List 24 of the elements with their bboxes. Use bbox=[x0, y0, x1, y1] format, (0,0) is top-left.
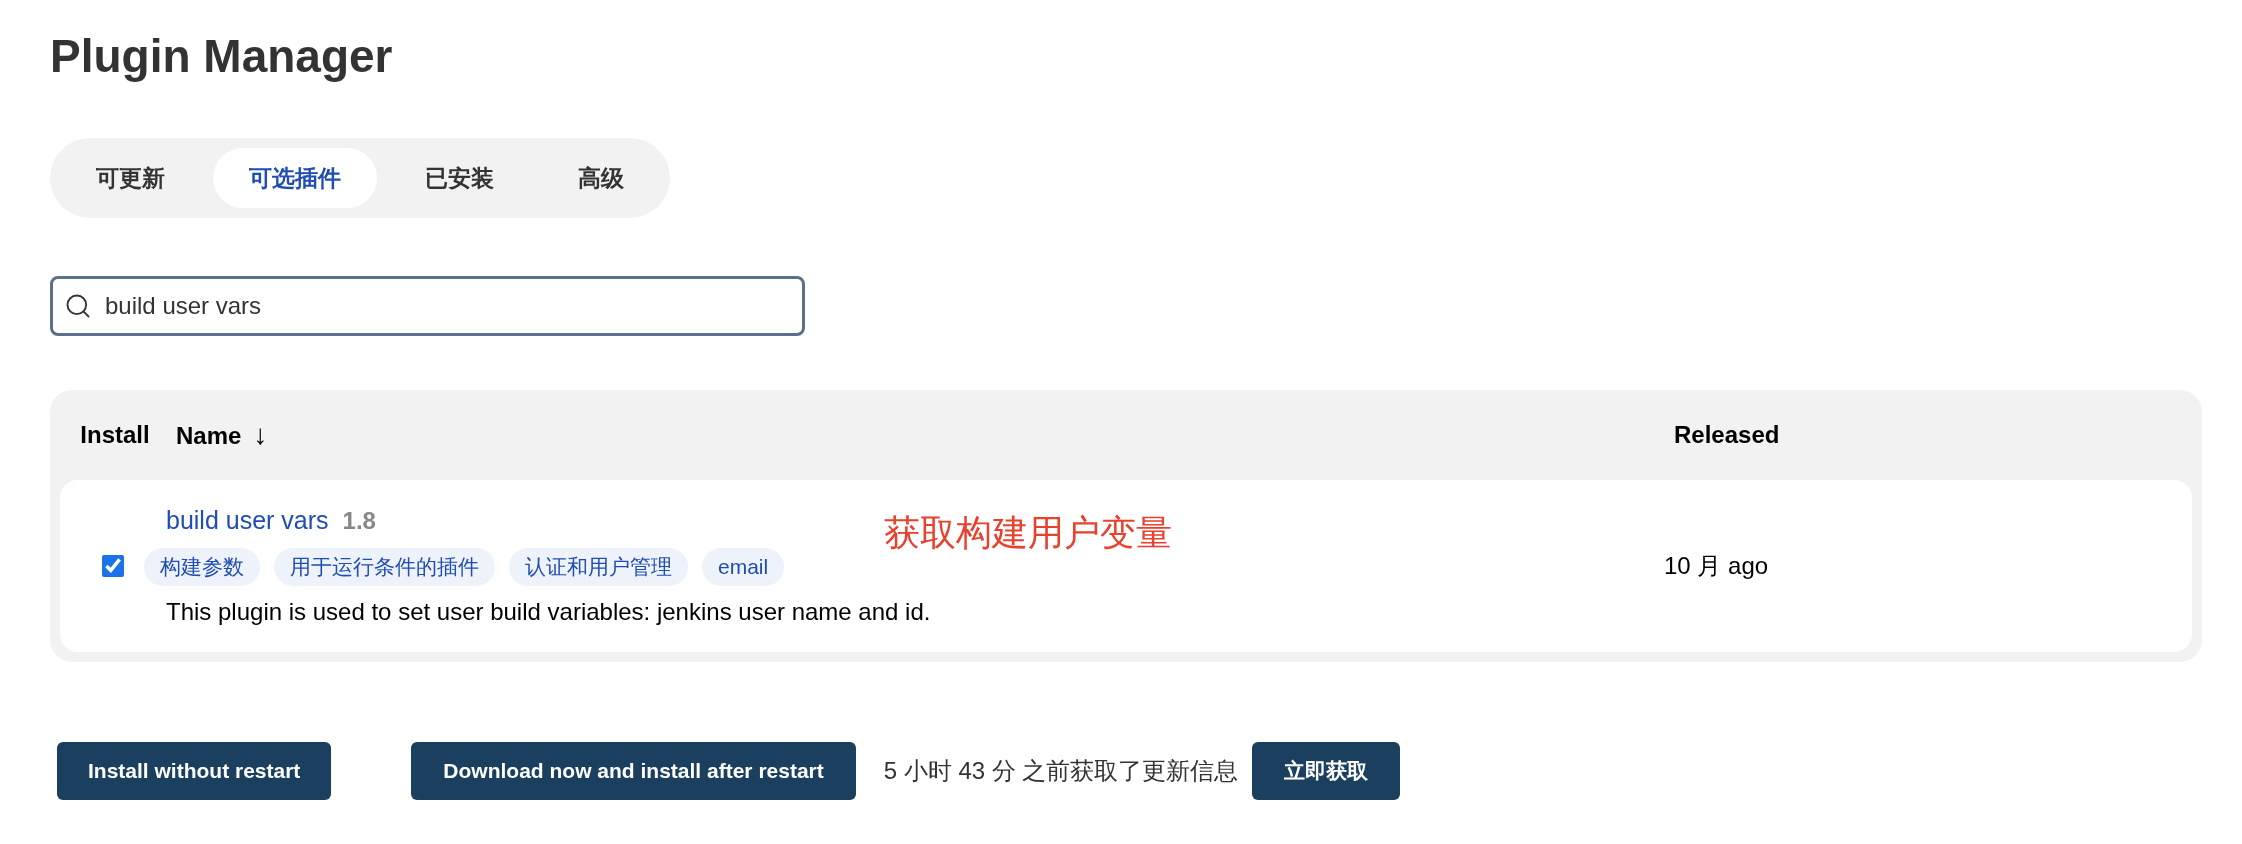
category-tag[interactable]: 认证和用户管理 bbox=[509, 547, 688, 586]
fetch-button[interactable]: 立即获取 bbox=[1252, 742, 1401, 800]
plugin-version: 1.8 bbox=[342, 506, 376, 537]
page-title: Plugin Manager bbox=[50, 29, 394, 84]
search-icon bbox=[64, 292, 92, 320]
search-field[interactable]: build user vars bbox=[50, 276, 805, 336]
column-header: Released bbox=[1674, 420, 1780, 450]
plugin-description: This plugin is used to set user build variables: jenkins user name and id. bbox=[165, 596, 932, 627]
tab[interactable]: 已安装 bbox=[389, 148, 530, 208]
category-tag[interactable]: 用于运行条件的插件 bbox=[274, 547, 495, 586]
download-button[interactable]: Download now and install after restart bbox=[411, 742, 856, 800]
plugin-name-link[interactable]: build user vars bbox=[166, 502, 329, 540]
tab[interactable]: 可选插件 bbox=[213, 148, 377, 208]
column-header: Install bbox=[79, 420, 151, 450]
tab[interactable]: 高级 bbox=[542, 148, 660, 208]
update-info: 5 小时 43 分 之前获取了更新信息 bbox=[883, 756, 1239, 786]
column-header[interactable]: Name ↓ bbox=[176, 414, 1674, 456]
install-button[interactable]: Install without restart bbox=[57, 742, 332, 800]
annotation-text: 获取构建用户变量 bbox=[884, 511, 1172, 556]
tab[interactable]: 可更新 bbox=[60, 148, 201, 208]
category-tag[interactable]: email bbox=[702, 547, 785, 586]
category-tag[interactable]: 构建参数 bbox=[144, 547, 260, 586]
install-checkbox[interactable] bbox=[102, 555, 124, 577]
released-cell-text: 10 月 ago bbox=[1664, 551, 1769, 581]
